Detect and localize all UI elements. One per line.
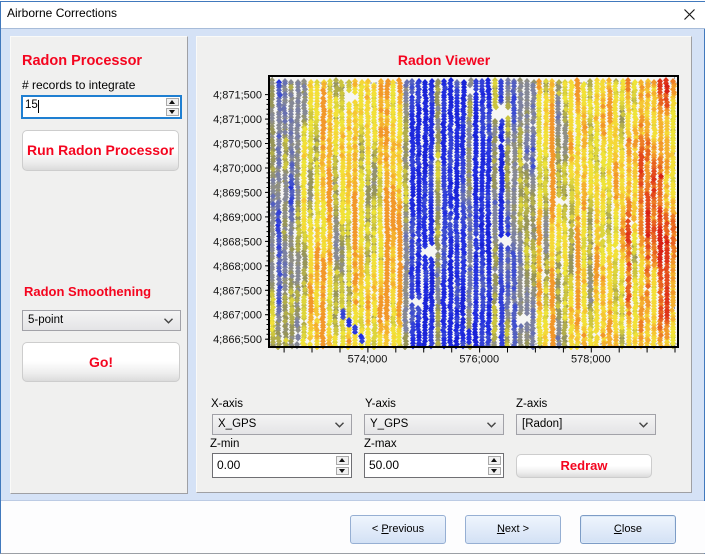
- svg-text:4;871;500: 4;871;500: [213, 90, 262, 102]
- svg-text:4;871;000: 4;871;000: [213, 114, 262, 126]
- svg-text:574;000: 574;000: [348, 354, 388, 366]
- svg-text:4;870;500: 4;870;500: [213, 139, 262, 151]
- svg-text:4;867;500: 4;867;500: [213, 285, 262, 297]
- svg-text:4;868;000: 4;868;000: [213, 261, 262, 273]
- svg-text:4;869;500: 4;869;500: [213, 187, 262, 199]
- svg-text:576;000: 576;000: [459, 354, 499, 366]
- svg-text:4;868;500: 4;868;500: [213, 236, 262, 248]
- svg-text:578;000: 578;000: [571, 354, 611, 366]
- svg-text:4;866;500: 4;866;500: [213, 334, 262, 346]
- svg-text:4;869;000: 4;869;000: [213, 212, 262, 224]
- svg-text:4;867;000: 4;867;000: [213, 310, 262, 322]
- svg-text:4;870;000: 4;870;000: [213, 163, 262, 175]
